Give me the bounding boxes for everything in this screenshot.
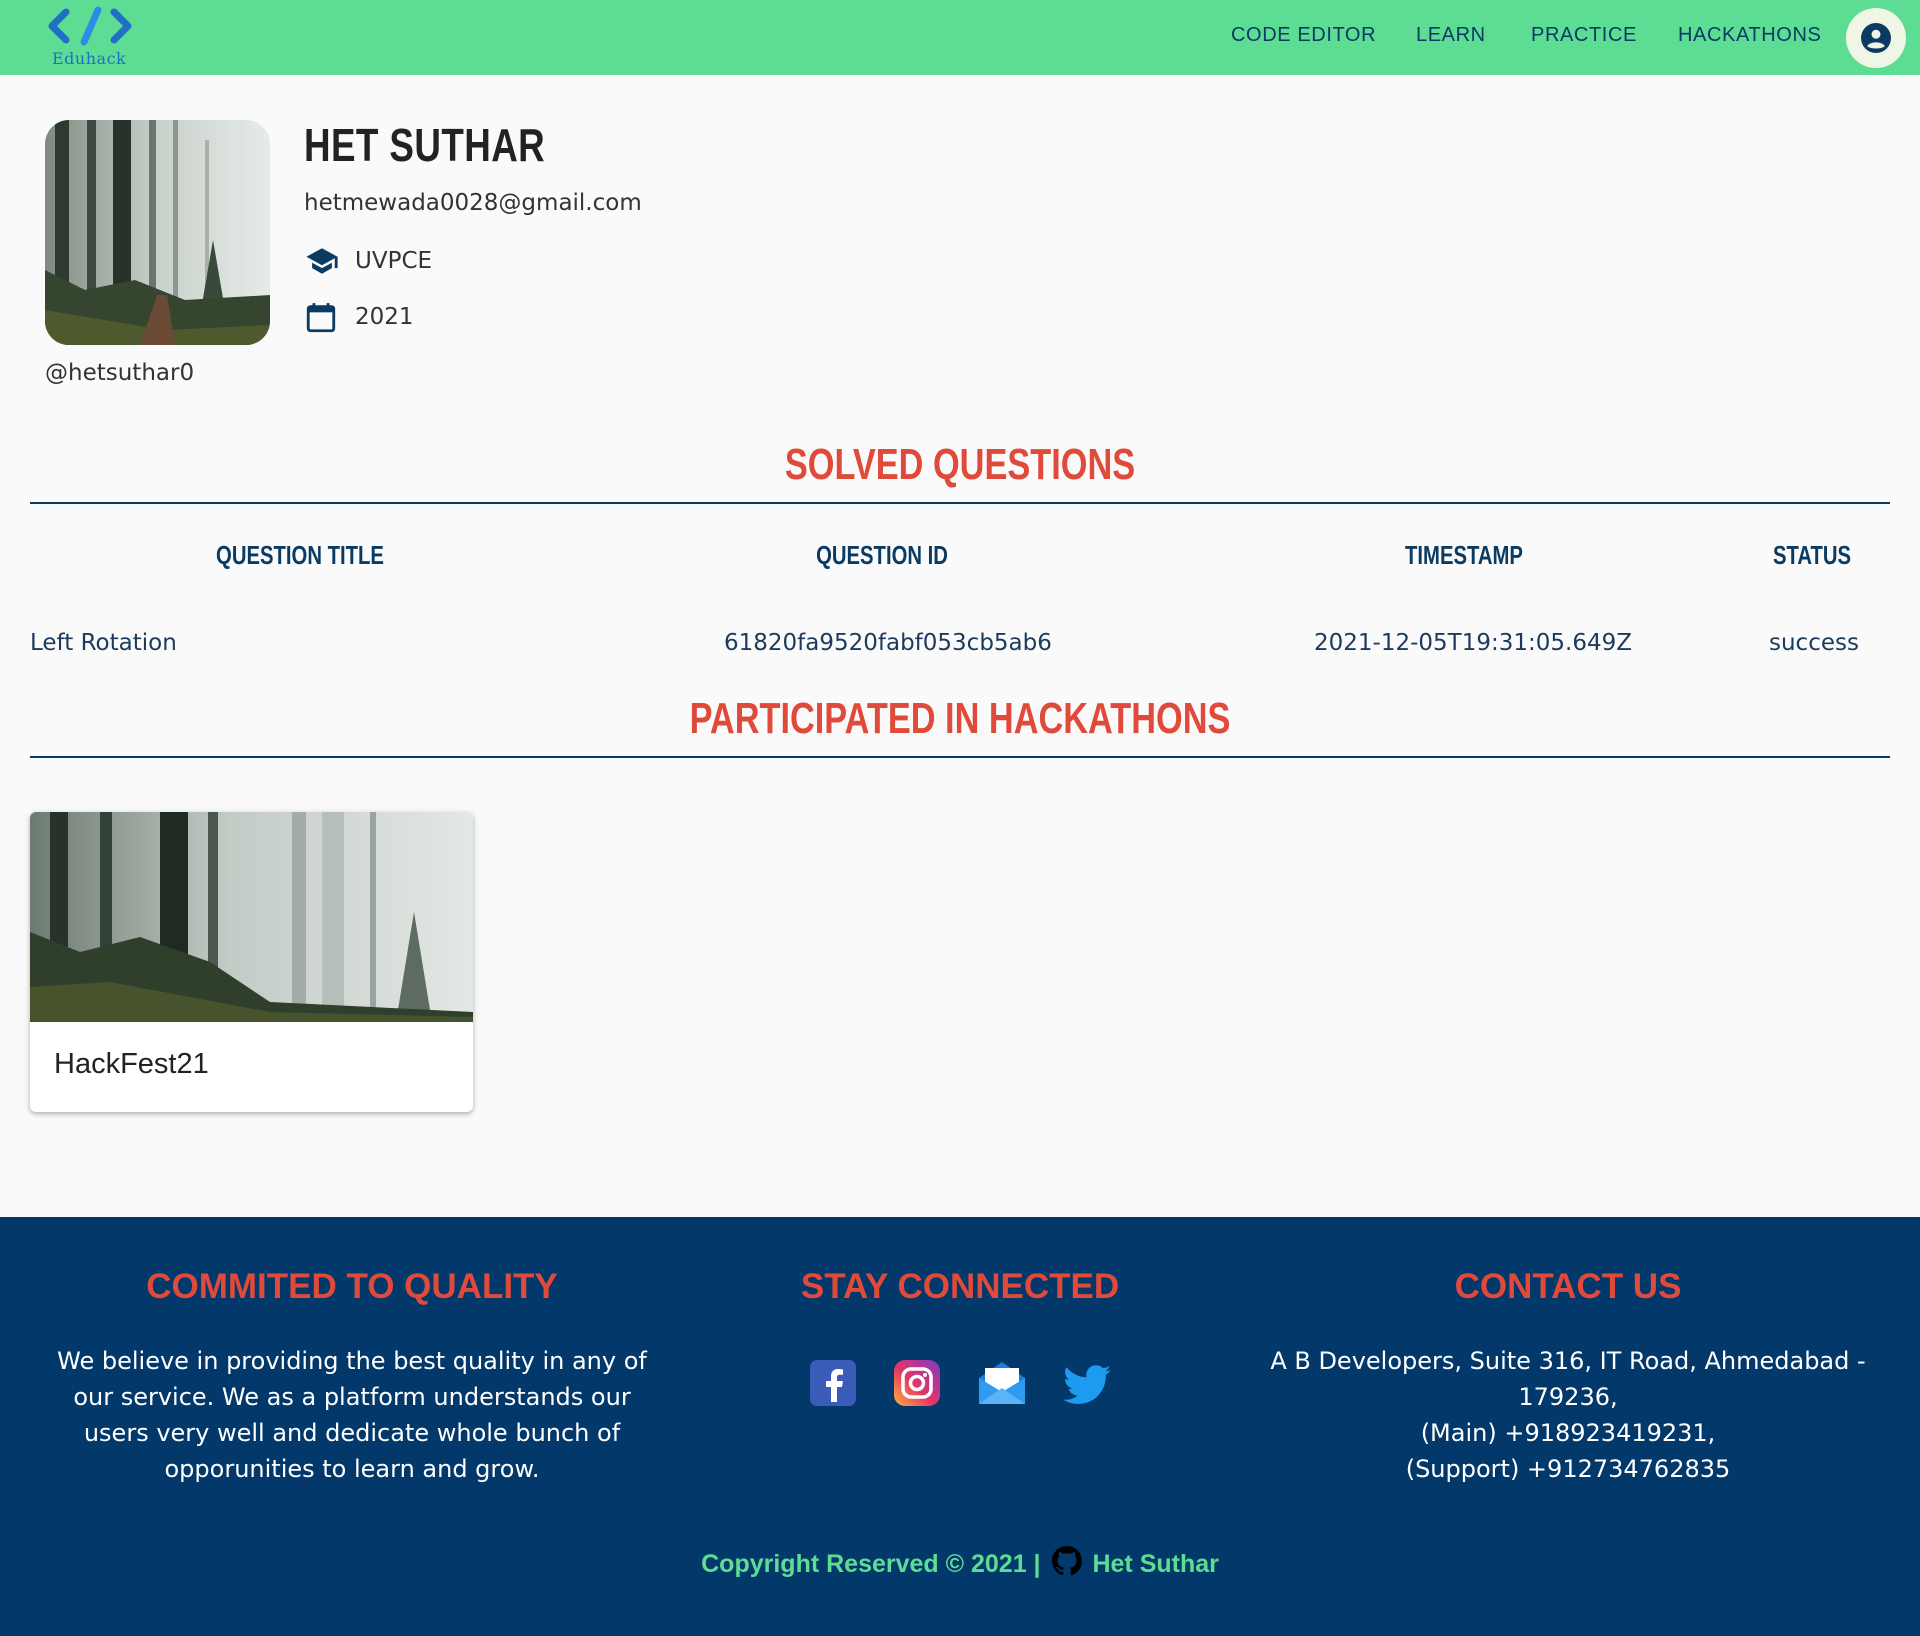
calendar-icon [306, 303, 336, 333]
account-circle-icon [1861, 23, 1891, 53]
footer-contact-main-phone: (Main) +918923419231, [1420, 1419, 1716, 1447]
forest-photo-icon [45, 120, 270, 345]
copyright-line: Copyright Reserved © 2021 | Het Suthar [0, 1546, 1920, 1579]
column-header-question-id: QUESTION ID [816, 540, 948, 570]
profile-email: hetmewada0028@gmail.com [304, 190, 642, 216]
college-name: UVPCE [355, 248, 433, 274]
facebook-icon[interactable] [808, 1358, 860, 1410]
github-icon[interactable] [1051, 1546, 1082, 1576]
footer-contact-text: A B Developers, Suite 316, IT Road, Ahme… [1268, 1343, 1868, 1487]
nav-link-learn[interactable]: LEARN [1416, 24, 1486, 47]
nav-link-hackathons[interactable]: HACKATHONS [1678, 24, 1821, 47]
footer-contact-address: A B Developers, Suite 316, IT Road, Ahme… [1270, 1347, 1866, 1375]
account-menu-button[interactable] [1846, 8, 1906, 68]
twitter-icon[interactable] [1060, 1358, 1112, 1410]
top-navbar: Eduhack CODE EDITOR LEARN PRACTICE HACKA… [0, 0, 1920, 75]
footer-contact-support-phone: (Support) +912734762835 [1405, 1455, 1731, 1483]
timestamp-cell: 2021-12-05T19:31:05.649Z [1314, 630, 1632, 656]
profile-name: HET SUTHAR [304, 119, 546, 171]
mail-icon[interactable] [976, 1358, 1028, 1410]
code-brackets-icon [48, 6, 132, 46]
copyright-text: Copyright Reserved © 2021 | [701, 1550, 1041, 1578]
footer-quality-text: We believe in providing the best quality… [52, 1343, 652, 1487]
section-divider [30, 756, 1890, 758]
nav-link-code-editor[interactable]: CODE EDITOR [1231, 24, 1376, 47]
question-title-cell: Left Rotation [30, 630, 177, 656]
hackathon-card[interactable]: HackFest21 [30, 812, 473, 1112]
author-link[interactable]: Het Suthar [1092, 1550, 1218, 1578]
hackathon-card-image [30, 812, 473, 1022]
nav-link-practice[interactable]: PRACTICE [1531, 24, 1637, 47]
footer-contact-title: CONTACT US [1454, 1267, 1682, 1306]
solved-questions-title: SOLVED QUESTIONS [784, 440, 1136, 489]
footer-quality-title: COMMITED TO QUALITY [146, 1267, 558, 1306]
user-handle: @hetsuthar0 [45, 360, 195, 386]
status-cell: success [1769, 630, 1859, 656]
footer-contact-address: 179236, [1518, 1383, 1618, 1411]
profile-photo [45, 120, 270, 345]
eduhack-logo[interactable]: Eduhack [46, 4, 136, 68]
question-id-cell: 61820fa9520fabf053cb5ab6 [724, 630, 1052, 656]
footer-quality-line: opporunities to learn and grow. [164, 1455, 540, 1483]
logo-text: Eduhack [52, 49, 127, 68]
instagram-icon[interactable] [892, 1358, 944, 1410]
join-year: 2021 [355, 304, 414, 330]
column-header-question-title: QUESTION TITLE [216, 540, 384, 570]
graduation-cap-icon [306, 248, 338, 274]
footer-quality-line: We believe in providing the best quality… [57, 1347, 647, 1375]
footer-connect-title: STAY CONNECTED [800, 1267, 1120, 1306]
section-divider [30, 502, 1890, 504]
footer-quality-line: users very well and dedicate whole bunch… [83, 1419, 621, 1447]
column-header-timestamp: TIMESTAMP [1405, 540, 1523, 570]
hackathons-title: PARTICIPATED IN HACKATHONS [689, 694, 1231, 743]
footer-quality-line: our service. We as a platform understand… [73, 1383, 631, 1411]
column-header-status: STATUS [1772, 540, 1852, 570]
hackathon-name: HackFest21 [54, 1048, 209, 1080]
